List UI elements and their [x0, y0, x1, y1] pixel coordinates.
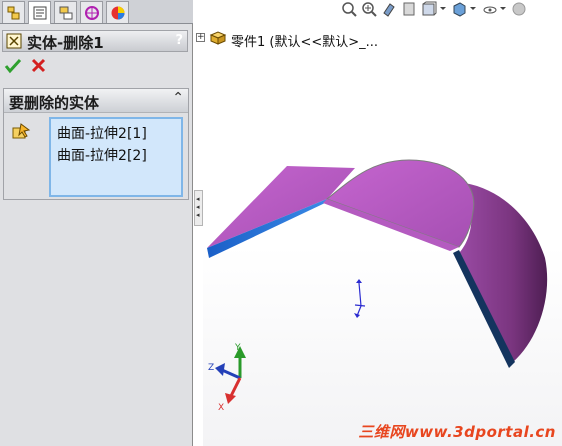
- group-header[interactable]: 要删除的实体 ⌃: [4, 89, 188, 113]
- axis-y-label: Y: [234, 343, 241, 353]
- bodies-to-delete-group: 要删除的实体 ⌃ 曲面-拉伸2[1] 曲面-拉伸2[2]: [3, 88, 189, 200]
- collapse-icon[interactable]: ⌃: [172, 90, 184, 106]
- axis-x-label: X: [218, 403, 224, 413]
- property-manager-panel: 实体-删除1 ? 要删除的实体 ⌃ 曲面-拉伸2[1] 曲面-拉伸2[2]: [0, 0, 193, 446]
- selection-list[interactable]: 曲面-拉伸2[1] 曲面-拉伸2[2]: [49, 117, 183, 197]
- help-button[interactable]: ?: [175, 33, 183, 48]
- watermark: 三维网www.3dportal.cn: [358, 423, 556, 441]
- configuration-manager-icon: [59, 6, 73, 20]
- list-item[interactable]: 曲面-拉伸2[2]: [57, 145, 147, 165]
- property-manager-icon: [33, 6, 47, 20]
- feature-manager-icon: [7, 6, 20, 20]
- list-item[interactable]: 曲面-拉伸2[1]: [57, 123, 147, 143]
- axis-z-label: Z: [208, 363, 214, 373]
- model-viewport: Y Z X: [207, 159, 548, 413]
- tab-configuration-manager[interactable]: [54, 1, 77, 23]
- panel-splitter-handle[interactable]: ◂ ◂ ◂: [194, 190, 203, 226]
- panel-tabs: [0, 0, 193, 24]
- selection-cursor-icon: [12, 123, 31, 139]
- display-manager-icon: [111, 6, 125, 20]
- tab-property-manager[interactable]: [28, 1, 51, 24]
- graphics-area[interactable]: + 零件1 (默认<<默认>_... Y Z X 三维网www.3dportal…: [196, 0, 562, 446]
- group-title: 要删除的实体: [9, 94, 100, 112]
- ok-button[interactable]: [4, 57, 22, 75]
- tab-display-manager[interactable]: [106, 1, 129, 23]
- axis-triad: Y Z X: [208, 343, 246, 413]
- reference-point-marker: [354, 279, 366, 318]
- tab-feature-manager[interactable]: [2, 1, 25, 23]
- page-title: 实体-删除1: [27, 34, 104, 52]
- property-manager-title-bar: 实体-删除1 ?: [2, 30, 188, 52]
- checkmark-icon: [4, 58, 22, 74]
- close-icon: [31, 58, 46, 73]
- dimxpert-icon: [85, 6, 99, 20]
- surface-left-flap[interactable]: [207, 166, 355, 248]
- cancel-button[interactable]: [30, 57, 48, 75]
- tab-dimxpert[interactable]: [80, 1, 103, 23]
- delete-body-icon: [6, 33, 22, 49]
